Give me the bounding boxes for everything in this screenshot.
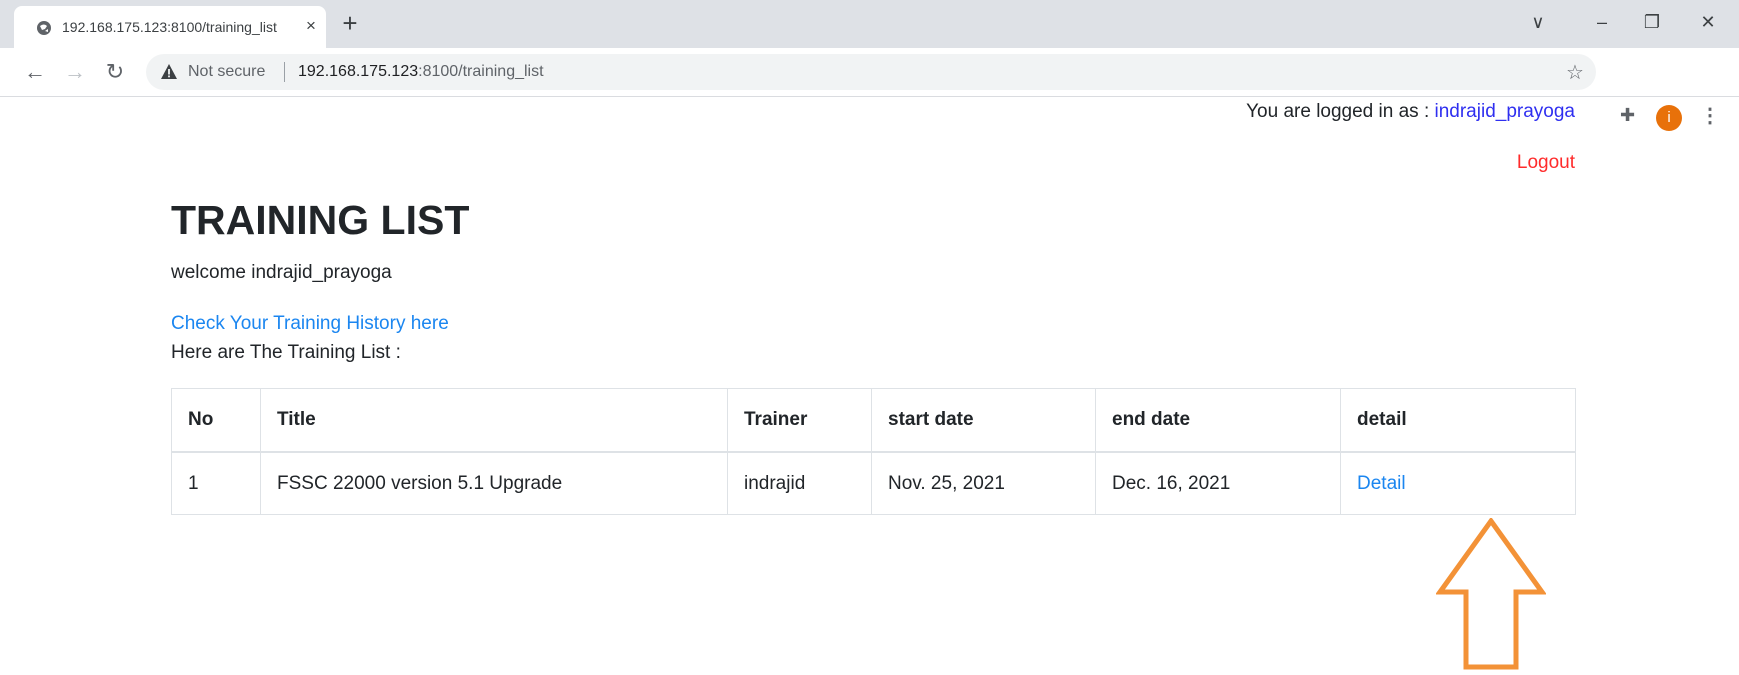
- url-text[interactable]: 192.168.175.123:8100/training_list: [298, 63, 544, 81]
- table-row: 1 FSSC 22000 version 5.1 Upgrade indraji…: [171, 451, 1576, 515]
- browser-toolbar: ← → ↻ Not secure 192.168.175.123:8100/tr…: [0, 48, 1739, 131]
- column-header-trainer: Trainer: [727, 388, 872, 453]
- column-header-detail: detail: [1340, 388, 1576, 453]
- bookmark-star-icon[interactable]: ☆: [1566, 60, 1584, 85]
- tab-close-icon[interactable]: ×: [300, 15, 322, 37]
- address-bar[interactable]: Not secure 192.168.175.123:8100/training…: [146, 54, 1596, 90]
- warning-icon: [161, 64, 177, 79]
- column-header-title: Title: [260, 388, 728, 453]
- cell-trainer: indrajid: [727, 451, 872, 515]
- column-header-no: No: [171, 388, 261, 453]
- back-icon[interactable]: ←: [22, 59, 48, 85]
- cell-detail: Detail: [1340, 451, 1576, 515]
- url-host: 192.168.175.123: [298, 63, 419, 80]
- username-link[interactable]: indrajid_prayoga: [1435, 101, 1576, 122]
- tab-search-icon[interactable]: ∨: [1526, 12, 1550, 33]
- page-content: You are logged in as : indrajid_prayoga …: [0, 97, 1739, 675]
- cell-no: 1: [171, 451, 261, 515]
- security-label[interactable]: Not secure: [188, 63, 265, 81]
- reload-icon[interactable]: ↻: [102, 59, 128, 85]
- tab-strip: 192.168.175.123:8100/training_list × + ∨…: [0, 0, 1739, 48]
- minimize-icon[interactable]: –: [1590, 12, 1614, 33]
- omnibox-divider: [284, 62, 285, 82]
- up-arrow-outline-icon: [1436, 518, 1546, 670]
- forward-icon[interactable]: →: [62, 59, 88, 85]
- page-title: TRAINING LIST: [171, 197, 470, 243]
- restore-icon[interactable]: ❐: [1640, 12, 1664, 33]
- browser-tab[interactable]: 192.168.175.123:8100/training_list ×: [14, 6, 326, 48]
- login-status: You are logged in as : indrajid_prayoga: [1246, 101, 1575, 123]
- new-tab-icon[interactable]: +: [336, 10, 364, 38]
- tab-title: 192.168.175.123:8100/training_list: [62, 19, 277, 35]
- login-prefix: You are logged in as :: [1246, 101, 1435, 122]
- url-path: :8100/training_list: [418, 63, 544, 80]
- detail-link[interactable]: Detail: [1357, 473, 1406, 494]
- table-header-row: No Title Trainer start date end date det…: [171, 388, 1576, 453]
- column-header-end-date: end date: [1095, 388, 1341, 453]
- logout-link[interactable]: Logout: [1517, 152, 1575, 174]
- window-close-icon[interactable]: ✕: [1696, 12, 1720, 33]
- globe-icon: [37, 21, 51, 35]
- cell-start-date: Nov. 25, 2021: [871, 451, 1096, 515]
- cell-title: FSSC 22000 version 5.1 Upgrade: [260, 451, 728, 515]
- column-header-start-date: start date: [871, 388, 1096, 453]
- training-history-link[interactable]: Check Your Training History here: [171, 313, 449, 335]
- welcome-text: welcome indrajid_prayoga: [171, 262, 392, 283]
- cell-end-date: Dec. 16, 2021: [1095, 451, 1341, 515]
- list-intro-text: Here are The Training List :: [171, 342, 401, 363]
- training-table: No Title Trainer start date end date det…: [171, 388, 1576, 515]
